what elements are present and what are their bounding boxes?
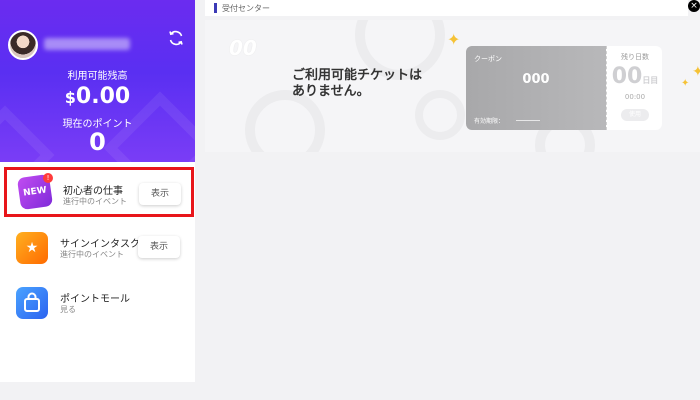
task-subtitle: 進行中のイベント [60,250,124,259]
coupon-label: クーポン [474,55,502,63]
close-button[interactable]: × [688,0,700,12]
balance-label: 利用可能残高 [67,71,128,82]
refresh-icon[interactable] [166,28,186,48]
show-button[interactable]: 表示 [138,236,180,258]
avatar[interactable] [8,30,38,60]
sparkle-icon: ✦ [692,64,700,80]
task-subtitle: 見る [60,305,76,314]
task-title: ポイントモール [60,294,130,305]
show-button[interactable]: 表示 [139,183,181,205]
coupon-stub: 残り日数 00日目 00:00 使用 [606,46,662,130]
sidebar: 利用可能残高 $0.00 現在のポイント 0 NEW ! 初心者の仕事 進行中の… [0,0,195,382]
coupon-value: 000 [522,72,550,87]
task-signin[interactable]: ★ サインインタスク 進行中のイベント 表示 [4,224,194,274]
days-remaining-value: 00日目 [607,64,663,89]
shopping-bag-icon [16,287,48,319]
balance-value: $0.00 [0,84,195,109]
task-title: サインインタスク [60,239,140,250]
task-beginner[interactable]: NEW ! 初心者の仕事 進行中のイベント 表示 [4,167,194,217]
days-remaining-label: 残り日数 [621,53,649,61]
balance-currency: $ [64,88,76,107]
balance-amount: 0.00 [75,84,131,109]
page-title: 受付センター [222,4,270,13]
sparkle-icon: ✦ [447,30,461,49]
coupon-expiry-label: 有効期限： [474,118,505,125]
task-subtitle: 進行中のイベント [63,197,127,206]
coupon-banner: 00 ご利用可能チケットはありません。 ✦ ✦ ✦ クーポン 000 有効期限：… [205,20,700,152]
task-title: 初心者の仕事 [63,186,123,197]
profile-card: 利用可能残高 $0.00 現在のポイント 0 [0,0,195,162]
sparkle-icon: ✦ [681,78,690,89]
use-coupon-button[interactable]: 使用 [621,109,649,121]
username-blurred [44,38,130,50]
task-point-mall[interactable]: ポイントモール 見る [4,279,194,329]
points-value: 0 [89,128,106,156]
main-header: 受付センター [205,0,688,16]
coupon-ticket: クーポン 000 有効期限： [466,46,606,130]
days-number: 00 [611,64,643,89]
days-unit: 日目 [642,76,659,85]
calendar-star-icon: ★ [16,232,48,264]
notification-badge: ! [43,173,53,183]
decor-ghost-number: 00 [229,36,257,60]
header-accent-bar [214,3,217,13]
coupon-expiry-placeholder [516,120,540,121]
empty-ticket-message: ご利用可能チケットはありません。 [292,68,423,99]
remaining-time: 00:00 [624,93,646,101]
